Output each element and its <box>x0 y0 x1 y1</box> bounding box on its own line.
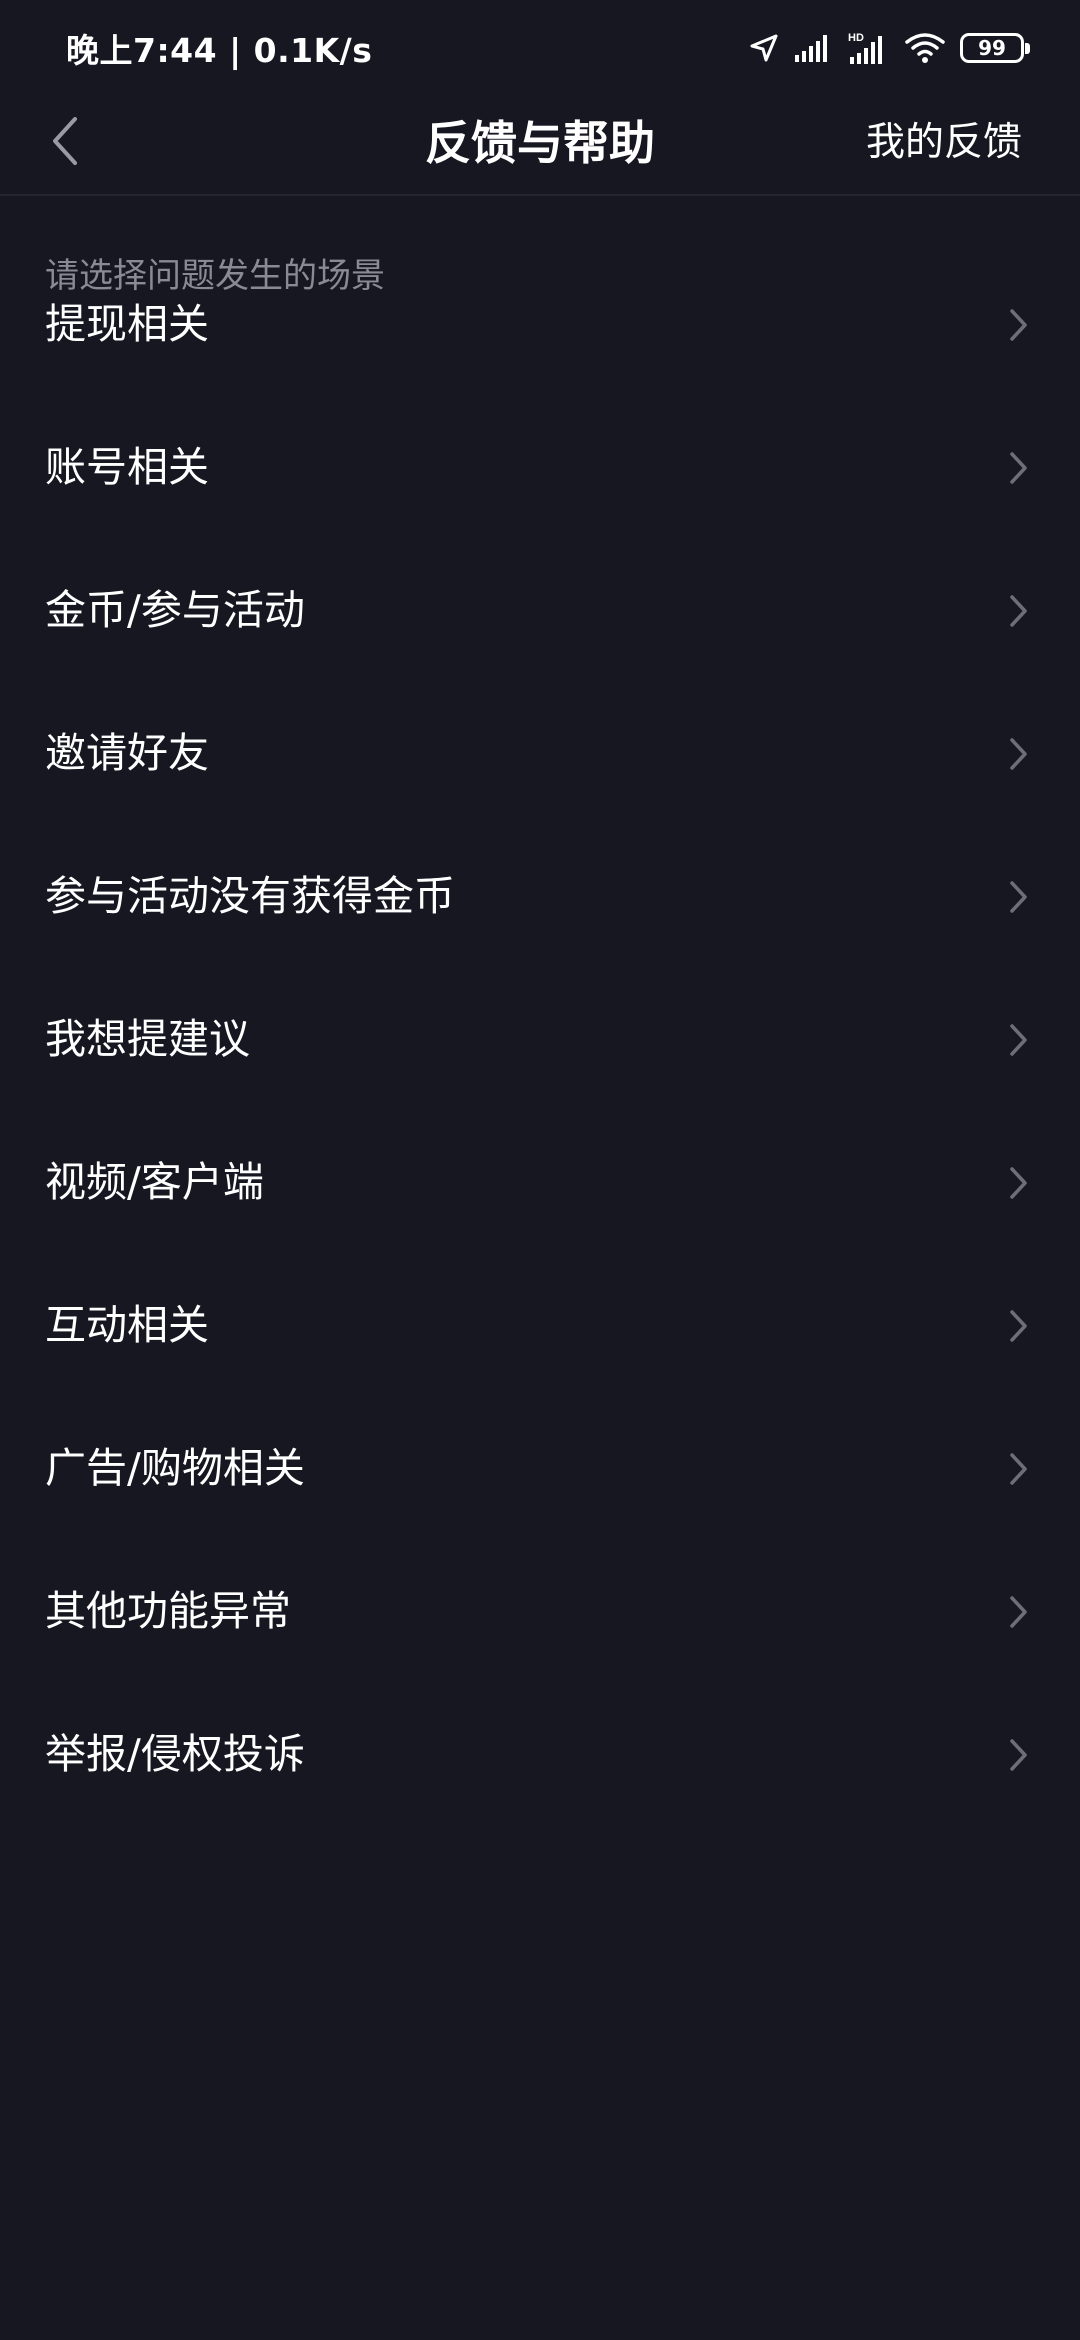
scenario-list: 提现相关 账号相关 金币/参与活动 邀请好友 参与活动没有获得金币 我想提建议 <box>0 300 1080 1878</box>
list-item-label: 参与活动没有获得金币 <box>45 872 455 920</box>
status-icons: HD 99 <box>748 28 1030 68</box>
hd-signal-icon: HD <box>848 31 890 65</box>
chevron-right-icon <box>1008 1397 1030 1540</box>
list-item-label: 提现相关 <box>45 300 209 348</box>
chevron-right-icon <box>1008 539 1030 682</box>
wifi-icon <box>904 31 946 65</box>
status-time-speed: 晚上7:44 | 0.1K/s <box>66 31 373 70</box>
list-item-label: 其他功能异常 <box>45 1587 291 1635</box>
chevron-right-icon <box>1008 1111 1030 1254</box>
list-item-label: 我想提建议 <box>45 1015 250 1063</box>
chevron-right-icon <box>1008 682 1030 825</box>
status-bar: 晚上7:44 | 0.1K/s HD 99 <box>0 0 1080 92</box>
nav-bar: 反馈与帮助 我的反馈 <box>0 92 1080 196</box>
svg-text:HD: HD <box>848 32 864 44</box>
my-feedback-button[interactable]: 我的反馈 <box>866 92 1022 194</box>
location-arrow-icon <box>748 32 780 64</box>
list-item-label: 金币/参与活动 <box>45 586 305 634</box>
list-item-label: 举报/侵权投诉 <box>45 1730 305 1778</box>
chevron-right-icon <box>1008 1254 1030 1397</box>
signal-icon <box>794 33 834 63</box>
chevron-left-icon <box>45 111 85 175</box>
list-item-label: 邀请好友 <box>45 729 209 777</box>
chevron-right-icon <box>1008 825 1030 968</box>
list-item-label: 广告/购物相关 <box>45 1444 305 1492</box>
list-item-label: 账号相关 <box>45 443 209 491</box>
back-button[interactable] <box>30 106 100 180</box>
list-item-report[interactable]: 举报/侵权投诉 <box>0 1730 1080 1878</box>
list-item-label: 视频/客户端 <box>45 1158 264 1206</box>
chevron-right-icon <box>1008 1683 1030 1826</box>
list-item-label: 互动相关 <box>45 1301 209 1349</box>
chevron-right-icon <box>1008 253 1030 396</box>
chevron-right-icon <box>1008 1540 1030 1683</box>
battery-icon: 99 <box>960 33 1030 63</box>
battery-level: 99 <box>978 36 1006 60</box>
chevron-right-icon <box>1008 396 1030 539</box>
chevron-right-icon <box>1008 968 1030 1111</box>
